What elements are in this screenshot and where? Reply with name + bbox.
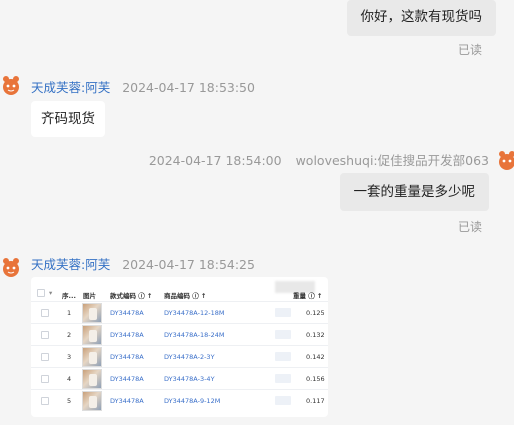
cell-weight: 0.142 [306, 353, 325, 361]
checkbox-icon[interactable] [41, 309, 49, 317]
message-meta: 天成芙蓉:阿芙 2024-04-17 18:54:25 [31, 254, 255, 273]
message-time: 2024-04-17 18:53:50 [122, 80, 255, 95]
read-status: 已读 [457, 220, 482, 234]
cell-style-code[interactable]: DY34478A [110, 397, 144, 405]
redacted-cell [275, 330, 291, 339]
product-thumbnail[interactable] [82, 347, 102, 367]
header-chevron-icon: ▾ [49, 289, 53, 297]
cell-style-code[interactable]: DY34478A [110, 353, 144, 361]
sender-avatar-icon[interactable] [0, 74, 22, 96]
header-image: 图片 [83, 292, 96, 300]
message-bubble-outgoing: 一套的重量是多少呢 [339, 173, 489, 211]
checkbox-icon[interactable] [37, 289, 45, 297]
self-avatar-icon[interactable] [496, 149, 514, 171]
cell-product-code[interactable]: DY34478A-18-24M [164, 331, 224, 339]
sender-name[interactable]: 天成芙蓉:阿芙 [31, 257, 110, 272]
cell-style-code[interactable]: DY34478A [110, 309, 144, 317]
cell-weight: 0.125 [306, 309, 325, 317]
read-status: 已读 [457, 43, 482, 57]
redacted-cell [275, 396, 291, 405]
sender-avatar-icon[interactable] [0, 256, 22, 278]
message-meta: 天成芙蓉:阿芙 2024-04-17 18:53:50 [31, 77, 255, 96]
cell-seq: 2 [67, 331, 72, 339]
message-meta: 2024-04-17 18:54:00 woloveshuqi:促佳搜品开发部0… [149, 150, 489, 169]
cell-seq: 5 [67, 397, 72, 405]
table-row[interactable]: 2 DY34478A DY34478A-18-24M 0.132 [31, 323, 328, 345]
checkbox-icon[interactable] [41, 375, 49, 383]
message-bubble-incoming: 齐码现货 [31, 101, 105, 137]
sender-name[interactable]: 天成芙蓉:阿芙 [31, 80, 110, 95]
message-time: 2024-04-17 18:54:25 [122, 257, 255, 272]
header-style-code[interactable]: 款式编码 ⓘ ↑ [110, 290, 152, 300]
header-product-code[interactable]: 商品编码 ⓘ ↑ [164, 290, 206, 300]
checkbox-icon[interactable] [41, 353, 49, 361]
cell-seq: 1 [67, 309, 72, 317]
message-text: 你好，这款有现货吗 [360, 9, 483, 25]
redacted-cell [275, 308, 291, 317]
table-row[interactable]: 5 DY34478A DY34478A-9-12M 0.117 [31, 389, 328, 411]
cell-product-code[interactable]: DY34478A-9-12M [164, 397, 220, 405]
redacted-cell [275, 374, 291, 383]
product-thumbnail[interactable] [82, 391, 102, 411]
redacted-cell [275, 352, 291, 361]
message-text: 一套的重量是多少呢 [353, 184, 476, 200]
product-thumbnail[interactable] [82, 325, 102, 345]
message-text: 齐码现货 [41, 111, 95, 127]
table-row[interactable]: 3 DY34478A DY34478A-2-3Y 0.142 [31, 345, 328, 367]
checkbox-icon[interactable] [41, 331, 49, 339]
cell-weight: 0.132 [306, 331, 325, 339]
product-thumbnail[interactable] [82, 303, 102, 323]
cell-style-code[interactable]: DY34478A [110, 375, 144, 383]
header-weight[interactable]: 重量 ⓘ ↑ [293, 290, 322, 300]
message-time: 2024-04-17 18:54:00 [148, 153, 282, 168]
cell-product-code[interactable]: DY34478A-3-4Y [164, 375, 215, 383]
checkbox-icon[interactable] [41, 397, 49, 405]
header-seq: 序... [62, 292, 76, 300]
cell-seq: 4 [67, 375, 72, 383]
table-row[interactable]: 4 DY34478A DY34478A-3-4Y 0.156 [31, 367, 328, 389]
cell-product-code[interactable]: DY34478A-12-18M [164, 309, 224, 317]
image-message-table-screenshot[interactable]: ▾ 序... 图片 款式编码 ⓘ ↑ 商品编码 ⓘ ↑ 重量 ⓘ ↑ 1 DY3… [31, 277, 328, 417]
sender-name: woloveshuqi:促佳搜品开发部063 [295, 153, 489, 168]
table-row[interactable]: 1 DY34478A DY34478A-12-18M 0.125 [31, 301, 328, 323]
cell-style-code[interactable]: DY34478A [110, 331, 144, 339]
cell-product-code[interactable]: DY34478A-2-3Y [164, 353, 215, 361]
product-thumbnail[interactable] [82, 369, 102, 389]
table-header: ▾ 序... 图片 款式编码 ⓘ ↑ 商品编码 ⓘ ↑ 重量 ⓘ ↑ [31, 286, 328, 301]
message-bubble-outgoing: 你好，这款有现货吗 [346, 0, 496, 36]
cell-weight: 0.156 [306, 375, 325, 383]
cell-seq: 3 [67, 353, 72, 361]
cell-weight: 0.117 [306, 397, 325, 405]
